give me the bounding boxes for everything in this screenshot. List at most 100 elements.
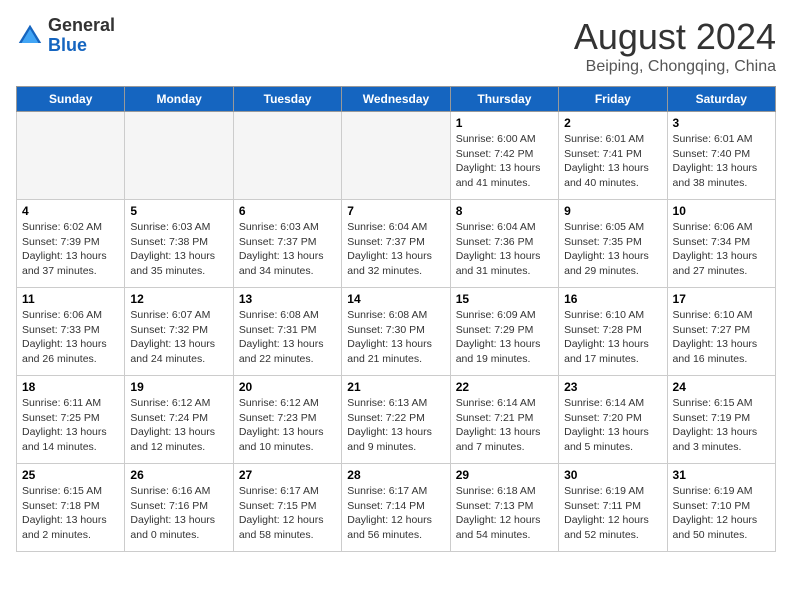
day-info: Sunrise: 6:08 AMSunset: 7:31 PMDaylight:…	[239, 308, 336, 367]
day-number: 7	[347, 204, 444, 218]
calendar-week-row: 1 Sunrise: 6:00 AMSunset: 7:42 PMDaylight…	[17, 112, 776, 200]
page-title: August 2024	[574, 16, 776, 58]
calendar-cell: 18Sunrise: 6:11 AMSunset: 7:25 PMDayligh…	[17, 376, 125, 464]
day-info: Sunrise: 6:04 AMSunset: 7:36 PMDaylight:…	[456, 220, 553, 279]
logo-icon	[16, 22, 44, 50]
day-number: 14	[347, 292, 444, 306]
logo-general-text: General	[48, 16, 115, 36]
day-info: Sunrise: 6:15 AMSunset: 7:18 PMDaylight:…	[22, 484, 119, 543]
day-number: 2	[564, 116, 661, 130]
day-of-week-header: Monday	[125, 87, 233, 112]
day-info: Sunrise: 6:10 AMSunset: 7:27 PMDaylight:…	[673, 308, 770, 367]
day-number: 6	[239, 204, 336, 218]
calendar-cell: 6 Sunrise: 6:03 AMSunset: 7:37 PMDaylight…	[233, 200, 341, 288]
day-info: Sunrise: 6:01 AMSunset: 7:40 PMDaylight:…	[673, 132, 770, 191]
day-info: Sunrise: 6:02 AMSunset: 7:39 PMDaylight:…	[22, 220, 119, 279]
page-subtitle: Beiping, Chongqing, China	[574, 58, 776, 76]
day-info: Sunrise: 6:12 AMSunset: 7:23 PMDaylight:…	[239, 396, 336, 455]
calendar-cell: 30 Sunrise: 6:19 AMSunset: 7:11 PMDayligh…	[559, 464, 667, 552]
calendar-cell: 28Sunrise: 6:17 AMSunset: 7:14 PMDayligh…	[342, 464, 450, 552]
page-header: General Blue August 2024 Beiping, Chongq…	[16, 16, 776, 76]
day-info: Sunrise: 6:09 AMSunset: 7:29 PMDaylight:…	[456, 308, 553, 367]
logo-blue-text: Blue	[48, 36, 115, 56]
day-info: Sunrise: 6:00 AMSunset: 7:42 PMDaylight:…	[456, 132, 553, 191]
day-of-week-header: Sunday	[17, 87, 125, 112]
calendar-cell: 11 Sunrise: 6:06 AMSunset: 7:33 PMDayligh…	[17, 288, 125, 376]
day-number: 21	[347, 380, 444, 394]
calendar-cell	[125, 112, 233, 200]
calendar-cell: 25Sunrise: 6:15 AMSunset: 7:18 PMDayligh…	[17, 464, 125, 552]
day-info: Sunrise: 6:11 AMSunset: 7:25 PMDaylight:…	[22, 396, 119, 455]
title-block: August 2024 Beiping, Chongqing, China	[574, 16, 776, 76]
day-number: 12	[130, 292, 227, 306]
calendar-cell: 26 Sunrise: 6:16 AMSunset: 7:16 PMDayligh…	[125, 464, 233, 552]
calendar-cell: 24 Sunrise: 6:15 AMSunset: 7:19 PMDayligh…	[667, 376, 775, 464]
calendar-week-row: 4Sunrise: 6:02 AMSunset: 7:39 PMDaylight…	[17, 200, 776, 288]
day-number: 13	[239, 292, 336, 306]
day-info: Sunrise: 6:18 AMSunset: 7:13 PMDaylight:…	[456, 484, 553, 543]
calendar-header-row: SundayMondayTuesdayWednesdayThursdayFrid…	[17, 87, 776, 112]
day-info: Sunrise: 6:16 AMSunset: 7:16 PMDaylight:…	[130, 484, 227, 543]
day-info: Sunrise: 6:14 AMSunset: 7:20 PMDaylight:…	[564, 396, 661, 455]
calendar-cell: 2Sunrise: 6:01 AMSunset: 7:41 PMDaylight…	[559, 112, 667, 200]
calendar-week-row: 25Sunrise: 6:15 AMSunset: 7:18 PMDayligh…	[17, 464, 776, 552]
day-info: Sunrise: 6:06 AMSunset: 7:34 PMDaylight:…	[673, 220, 770, 279]
calendar-table: SundayMondayTuesdayWednesdayThursdayFrid…	[16, 86, 776, 552]
calendar-cell: 20 Sunrise: 6:12 AMSunset: 7:23 PMDayligh…	[233, 376, 341, 464]
day-info: Sunrise: 6:05 AMSunset: 7:35 PMDaylight:…	[564, 220, 661, 279]
day-number: 1	[456, 116, 553, 130]
day-number: 5	[130, 204, 227, 218]
calendar-cell: 23 Sunrise: 6:14 AMSunset: 7:20 PMDayligh…	[559, 376, 667, 464]
calendar-cell: 5 Sunrise: 6:03 AMSunset: 7:38 PMDaylight…	[125, 200, 233, 288]
day-number: 19	[130, 380, 227, 394]
day-info: Sunrise: 6:14 AMSunset: 7:21 PMDaylight:…	[456, 396, 553, 455]
day-number: 24	[673, 380, 770, 394]
calendar-cell: 21Sunrise: 6:13 AMSunset: 7:22 PMDayligh…	[342, 376, 450, 464]
day-info: Sunrise: 6:04 AMSunset: 7:37 PMDaylight:…	[347, 220, 444, 279]
calendar-cell: 4Sunrise: 6:02 AMSunset: 7:39 PMDaylight…	[17, 200, 125, 288]
day-number: 3	[673, 116, 770, 130]
day-number: 20	[239, 380, 336, 394]
calendar-cell: 10 Sunrise: 6:06 AMSunset: 7:34 PMDayligh…	[667, 200, 775, 288]
day-info: Sunrise: 6:03 AMSunset: 7:38 PMDaylight:…	[130, 220, 227, 279]
day-number: 31	[673, 468, 770, 482]
calendar-cell: 7 Sunrise: 6:04 AMSunset: 7:37 PMDaylight…	[342, 200, 450, 288]
day-number: 15	[456, 292, 553, 306]
calendar-cell: 15 Sunrise: 6:09 AMSunset: 7:29 PMDayligh…	[450, 288, 558, 376]
calendar-cell: 14Sunrise: 6:08 AMSunset: 7:30 PMDayligh…	[342, 288, 450, 376]
day-info: Sunrise: 6:17 AMSunset: 7:15 PMDaylight:…	[239, 484, 336, 543]
calendar-cell	[17, 112, 125, 200]
day-of-week-header: Wednesday	[342, 87, 450, 112]
calendar-cell: 29Sunrise: 6:18 AMSunset: 7:13 PMDayligh…	[450, 464, 558, 552]
calendar-cell: 9Sunrise: 6:05 AMSunset: 7:35 PMDaylight…	[559, 200, 667, 288]
calendar-cell	[342, 112, 450, 200]
calendar-week-row: 18Sunrise: 6:11 AMSunset: 7:25 PMDayligh…	[17, 376, 776, 464]
calendar-cell: 13 Sunrise: 6:08 AMSunset: 7:31 PMDayligh…	[233, 288, 341, 376]
logo: General Blue	[16, 16, 115, 56]
day-number: 16	[564, 292, 661, 306]
day-of-week-header: Thursday	[450, 87, 558, 112]
day-of-week-header: Tuesday	[233, 87, 341, 112]
calendar-cell	[233, 112, 341, 200]
day-number: 30	[564, 468, 661, 482]
calendar-week-row: 11 Sunrise: 6:06 AMSunset: 7:33 PMDayligh…	[17, 288, 776, 376]
calendar-cell: 17Sunrise: 6:10 AMSunset: 7:27 PMDayligh…	[667, 288, 775, 376]
day-info: Sunrise: 6:03 AMSunset: 7:37 PMDaylight:…	[239, 220, 336, 279]
calendar-cell: 12Sunrise: 6:07 AMSunset: 7:32 PMDayligh…	[125, 288, 233, 376]
day-number: 23	[564, 380, 661, 394]
day-number: 26	[130, 468, 227, 482]
day-info: Sunrise: 6:19 AMSunset: 7:10 PMDaylight:…	[673, 484, 770, 543]
day-info: Sunrise: 6:19 AMSunset: 7:11 PMDaylight:…	[564, 484, 661, 543]
day-info: Sunrise: 6:06 AMSunset: 7:33 PMDaylight:…	[22, 308, 119, 367]
calendar-cell: 31 Sunrise: 6:19 AMSunset: 7:10 PMDayligh…	[667, 464, 775, 552]
day-info: Sunrise: 6:10 AMSunset: 7:28 PMDaylight:…	[564, 308, 661, 367]
calendar-cell: 3 Sunrise: 6:01 AMSunset: 7:40 PMDaylight…	[667, 112, 775, 200]
day-number: 27	[239, 468, 336, 482]
calendar-cell: 8Sunrise: 6:04 AMSunset: 7:36 PMDaylight…	[450, 200, 558, 288]
day-of-week-header: Saturday	[667, 87, 775, 112]
day-of-week-header: Friday	[559, 87, 667, 112]
calendar-cell: 16 Sunrise: 6:10 AMSunset: 7:28 PMDayligh…	[559, 288, 667, 376]
day-number: 10	[673, 204, 770, 218]
day-number: 11	[22, 292, 119, 306]
day-info: Sunrise: 6:15 AMSunset: 7:19 PMDaylight:…	[673, 396, 770, 455]
